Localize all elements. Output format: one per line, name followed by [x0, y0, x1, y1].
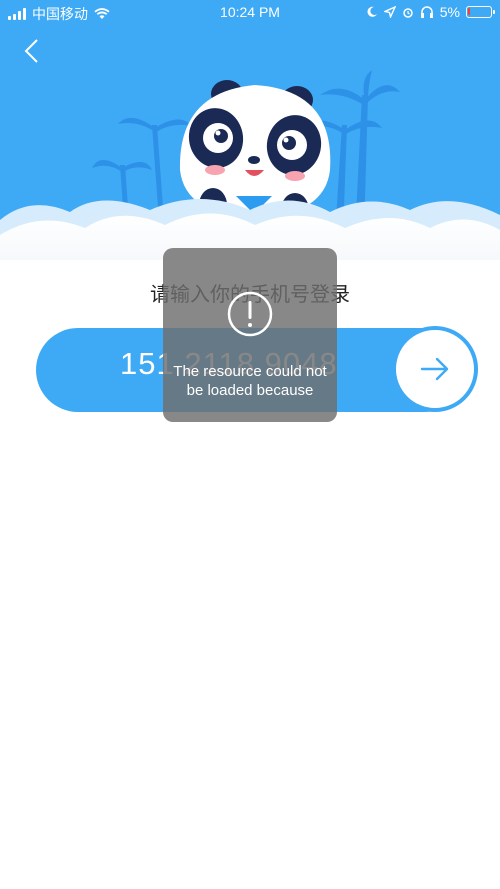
exclamation-circle-icon — [227, 291, 273, 337]
battery-icon — [466, 6, 495, 18]
header-banner — [0, 0, 500, 260]
location-arrow-icon — [383, 6, 396, 18]
status-right: 5% — [366, 4, 495, 20]
back-button[interactable] — [18, 36, 48, 66]
error-toast: The resource could not be loaded because — [163, 248, 337, 422]
battery-percent: 5% — [439, 4, 460, 20]
toast-message: The resource could not be loaded because — [173, 363, 327, 399]
arrow-right-icon — [420, 357, 449, 381]
moon-icon — [367, 6, 377, 17]
status-bar: 中国移动 10:24 PM 5% — [0, 0, 500, 26]
battery-level — [468, 8, 470, 15]
chevron-left-icon — [24, 39, 38, 63]
alarm-icon — [403, 8, 413, 18]
next-button[interactable] — [392, 326, 478, 412]
headphones-icon — [420, 6, 433, 18]
